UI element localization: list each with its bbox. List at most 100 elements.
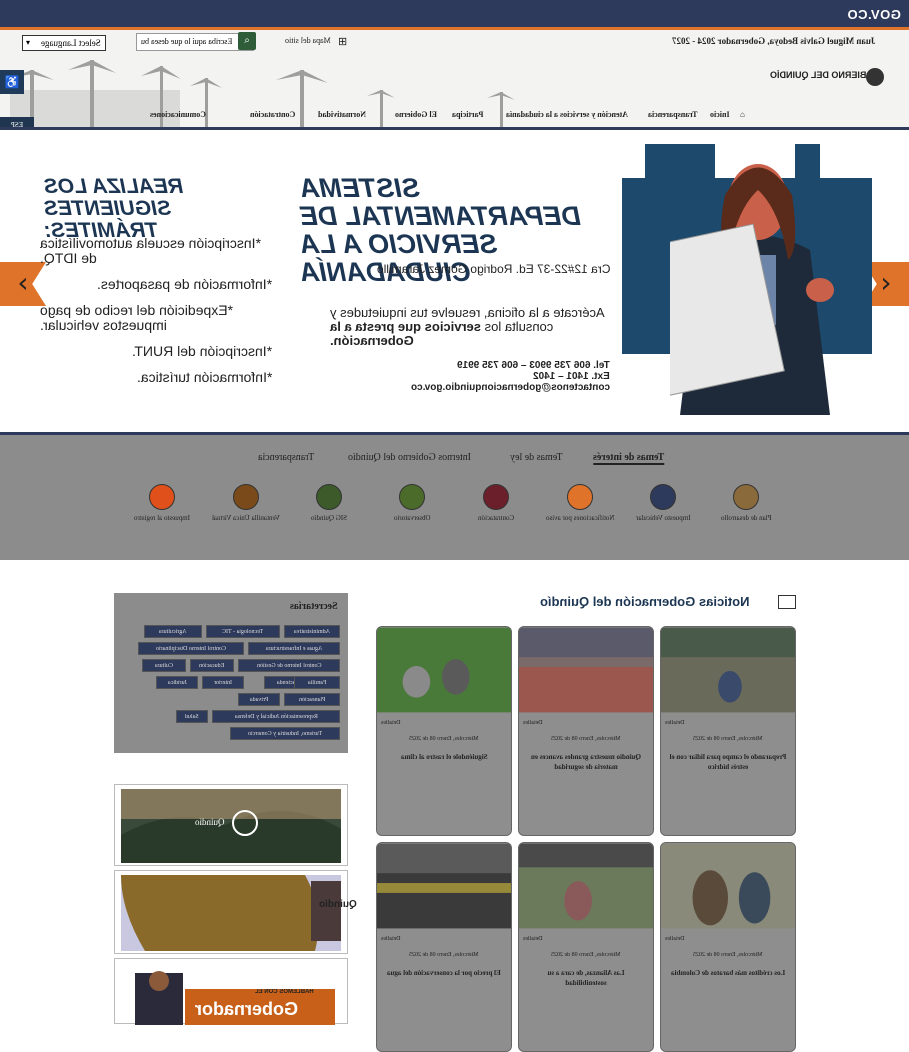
banner-text: Gobernador (195, 999, 299, 1019)
chip-label: Salud (185, 714, 199, 720)
news-card[interactable]: Detalles Miércoles, Enero 08 de 2025 Los… (660, 842, 796, 1052)
chevron-down-icon: ▾ (26, 38, 31, 47)
search-input[interactable]: Escriba aquí lo que desea bu (136, 33, 254, 51)
secretaria-link[interactable]: Turismo, Industria y Comercio (230, 727, 340, 740)
tab-internos[interactable]: Internos Gobierno del Quindío (348, 452, 471, 463)
quick-link-plan[interactable]: Plan de desarrollo (706, 484, 786, 522)
nav-item-participa[interactable]: Participa (452, 110, 484, 119)
news-card[interactable]: Detalles Miércoles, Enero 08 de 2025 Qui… (518, 626, 654, 836)
search-icon[interactable]: ⌕ (238, 32, 256, 50)
news-date: Miércoles, Enero 08 de 2025 (519, 944, 653, 964)
secretarias-panel: Secretarías Administrativa Tecnología - … (114, 593, 348, 753)
nav-item-contratacion[interactable]: Contratación (250, 110, 295, 119)
magnifier-icon (399, 484, 425, 510)
tab-temas-interes[interactable]: Temas de interés (593, 452, 665, 465)
news-headline-text: El precio por la conservación del agua (387, 969, 501, 977)
nav-item-comunicaciones[interactable]: Comunicaciones (150, 110, 206, 119)
hero-person-image (670, 164, 834, 415)
news-date-text: Miércoles, Enero 08 de 2025 (551, 952, 621, 958)
banner-subtitle: HABLEMOS CON EL (255, 989, 314, 995)
news-headline: Las Alianzas, de cara a su sostenibilida… (519, 964, 653, 992)
secretaria-link[interactable]: Control Interno de Gestión (238, 659, 340, 672)
tramites-title: Realiza los siguientes trámites: (44, 175, 266, 242)
contact-email[interactable]: contactenos@gobernacionquindio.gov.co (360, 382, 610, 393)
contract-icon (483, 484, 509, 510)
sitemap-link[interactable]: Mapa del sitio (285, 36, 331, 45)
news-detail-link[interactable]: Detalles (661, 934, 795, 944)
news-headline-text: Los créditos más baratos de Colombia (670, 969, 786, 977)
secretaria-link[interactable]: Educación (190, 659, 234, 672)
news-detail-link[interactable]: Detalles (519, 934, 653, 944)
quick-link-sig[interactable]: SIG Quindío (289, 484, 369, 522)
tab-transparencia[interactable]: Transparencia (258, 452, 314, 463)
language-select[interactable]: Select Language ▾ (22, 35, 106, 51)
gov-co-logo[interactable]: GOV.CO (847, 7, 901, 22)
gov-top-bar: GOV.CO (0, 0, 909, 30)
tramite-text: *Inscripción del RUNT. (131, 343, 272, 359)
secretaria-link[interactable]: Aguas e Infraestructura (248, 642, 340, 655)
nav-item-el-gobierno[interactable]: El Gobierno (395, 110, 437, 119)
secretaria-link[interactable]: Planeación (284, 693, 340, 706)
quick-link-label: Impuesto al registro (134, 514, 190, 522)
chip-label: Planeación (298, 697, 326, 703)
tramite-text: *Inscripción escuela automovilística de … (40, 235, 261, 266)
secretaria-link[interactable]: Familia (294, 676, 340, 689)
secretaria-link[interactable]: Tecnología - TIC (206, 625, 280, 638)
site-header: Select Language ▾ Escriba aquí lo que des… (0, 30, 909, 128)
news-card[interactable]: Detalles Miércoles, Enero 08 de 2025 Sig… (376, 626, 512, 836)
quick-link-registro[interactable]: Impuesto al registro (122, 484, 202, 522)
news-card[interactable]: Detalles Miércoles, Enero 08 de 2025 El … (376, 842, 512, 1052)
secretaria-link[interactable]: Administrativa (284, 625, 340, 638)
news-detail-link[interactable]: Detalles (377, 934, 511, 944)
quick-link-ventanilla[interactable]: Ventanilla Única Virtual (206, 484, 286, 522)
nav-item-transparencia[interactable]: Transparencia (648, 110, 697, 119)
brand-name[interactable]: GOBIERNO DEL QUINDÍO (770, 70, 880, 80)
quick-link-observatorio[interactable]: Observatorio (372, 484, 452, 522)
list-item: *Expedición del recibo de pago impuestos… (40, 302, 272, 333)
banner-gobernador[interactable]: HABLEMOS CON EL Gobernador (114, 958, 348, 1025)
quick-link-contratacion[interactable]: Contratación (456, 484, 536, 522)
detail-label: Detalles (523, 720, 543, 726)
news-headline: Los créditos más baratos de Colombia (661, 964, 795, 982)
news-date-text: Miércoles, Enero 08 de 2025 (409, 952, 479, 958)
news-headline: Siguiéndole el rastro al clima (377, 748, 511, 766)
news-card[interactable]: Detalles Miércoles, Enero 08 de 2025 Pre… (660, 626, 796, 836)
quick-link-vehicular[interactable]: Impuesto Vehicular (623, 484, 703, 522)
news-detail-link[interactable]: Detalles (661, 718, 795, 728)
news-headline: El precio por la conservación del agua (377, 964, 511, 982)
chip-label: Educación (199, 663, 225, 669)
banner-quindio[interactable]: Quindío (114, 784, 348, 866)
chip-label: Control Interno de Gestión (256, 663, 322, 669)
quick-link-notificaciones[interactable]: Notificaciones por aviso (540, 484, 620, 522)
home-icon[interactable]: ⌂ (740, 110, 745, 119)
chip-label: Control Interno Disciplinario (156, 646, 226, 652)
chip-label: Administrativa (294, 629, 330, 635)
secretaria-link[interactable]: Salud (176, 710, 208, 723)
secretaria-link[interactable]: Interior (202, 676, 244, 689)
secretaria-link[interactable]: Control Interno Disciplinario (138, 642, 244, 655)
tramite-text: *Información de pasaportes. (96, 276, 272, 292)
news-date-text: Miércoles, Enero 08 de 2025 (693, 736, 763, 742)
news-date-text: Miércoles, Enero 08 de 2025 (409, 736, 479, 742)
news-date: Miércoles, Enero 08 de 2025 (661, 944, 795, 964)
newspaper-icon (778, 595, 796, 609)
news-detail-link[interactable]: Detalles (519, 718, 653, 728)
news-detail-link[interactable]: Detalles (377, 718, 511, 728)
detail-label: Detalles (665, 720, 685, 726)
tab-temas-ley[interactable]: Temas de ley (510, 452, 563, 463)
secretaria-link[interactable]: Agricultura (144, 625, 202, 638)
detail-label: Detalles (523, 936, 543, 942)
secretaria-link[interactable]: Representación Judicial y Defensa (212, 710, 340, 723)
banner-secondary[interactable]: Quindío (114, 870, 357, 954)
news-date-text: Miércoles, Enero 08 de 2025 (551, 736, 621, 742)
secretaria-link[interactable]: Jurídica (156, 676, 198, 689)
nav-item-inicio[interactable]: Inicio (710, 110, 730, 119)
chip-label: Jurídica (167, 680, 187, 686)
news-card[interactable]: Detalles Miércoles, Enero 08 de 2025 Las… (518, 842, 654, 1052)
secretaria-link[interactable]: Cultura (142, 659, 186, 672)
nav-item-atencion[interactable]: Atención y servicios a la ciudadanía (506, 110, 628, 119)
detail-label: Detalles (381, 720, 401, 726)
nav-item-normatividad[interactable]: Normatividad (318, 110, 366, 119)
secretaria-link[interactable]: Privada (238, 693, 280, 706)
accessibility-icon[interactable]: ♿ (0, 70, 24, 94)
